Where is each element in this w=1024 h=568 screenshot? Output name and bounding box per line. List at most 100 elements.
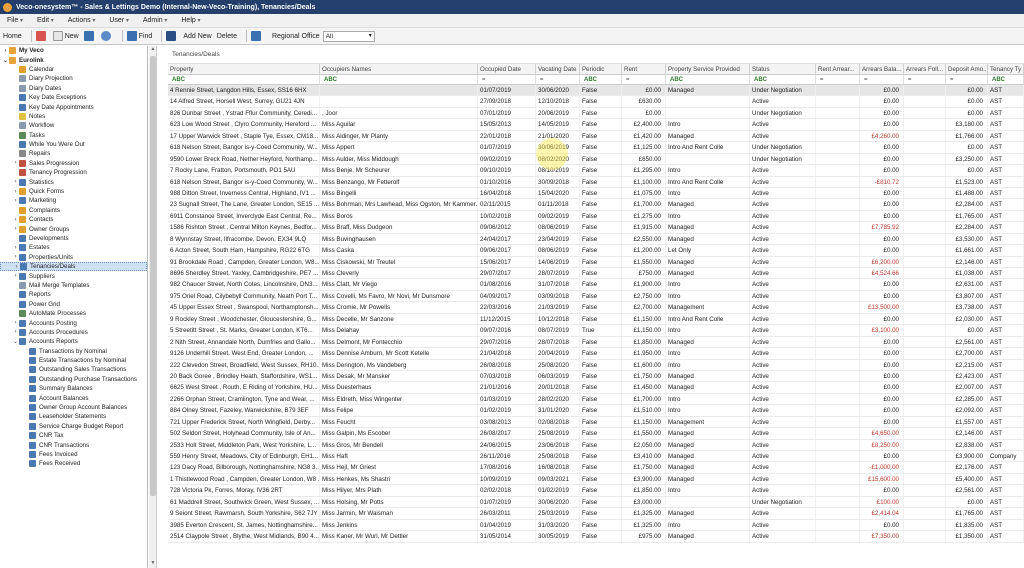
home-button[interactable]: Home [3,33,22,40]
table-row[interactable]: 2266 Orphan Street, Cramlington, Tyne an… [168,393,1024,406]
menu-file[interactable]: File [0,17,30,24]
table-row[interactable]: 20 Back Goree , Brindley Heath, Stafford… [168,370,1024,383]
filter-icon[interactable]: ABC [324,77,337,83]
save-button[interactable] [83,31,96,41]
table-row[interactable]: 7 Rocky Lane, Fratton, Portsmouth, PO1 5… [168,165,1024,177]
sidebar-item[interactable]: Power Grid [0,300,147,309]
sidebar-item[interactable]: Estate Transactions by Nominal [0,356,147,365]
add-new-button[interactable]: Add New [183,33,211,40]
equals-filter-icon[interactable]: = [864,77,868,83]
filter-icon[interactable]: ABC [992,77,1005,83]
sidebar-item[interactable]: Repairs [0,149,147,158]
column-header[interactable]: Periodic [580,64,622,74]
sidebar-item[interactable]: Summary Balances [0,384,147,393]
sidebar-item[interactable]: › Tenancies/Deals [0,261,147,272]
delete-button[interactable]: Delete [217,33,237,40]
filter-cell[interactable]: = [478,75,536,84]
binoculars-button[interactable] [166,31,178,41]
table-row[interactable]: 618 Nelson Street, Bangor is-y-Coed Comm… [168,176,1024,188]
table-row[interactable]: 2514 Claypole Street , Blythe, West Midl… [168,531,1024,543]
sidebar-item[interactable]: › Properties/Units [0,253,147,262]
sidebar-item[interactable]: Leaseholder Statements [0,412,147,421]
table-row[interactable]: 1586 Rishton Street , Central Milton Key… [168,222,1024,234]
sidebar-item[interactable]: Workflow [0,121,147,130]
sidebar-item[interactable]: Service Charge Budget Report [0,422,147,431]
sidebar-item[interactable]: Reports [0,290,147,299]
column-header[interactable]: Occupiers Names [320,64,478,74]
column-header[interactable]: Vacating Date [536,64,580,74]
column-header[interactable]: Arrears Bala... [860,64,904,74]
sidebar-item[interactable]: › My Veco [0,46,147,55]
table-row[interactable]: 1 Thistlewood Road , Campden, Greater Lo… [168,473,1024,486]
filter-cell[interactable]: ABC [988,75,1024,84]
table-row[interactable]: 8 Wynnstay Street, Ilfracombe, Devon, EX… [168,233,1024,246]
table-row[interactable]: 2533 Holt Street, Middleton Park, West Y… [168,439,1024,451]
filter-cell[interactable]: = [536,75,580,84]
sidebar-item[interactable]: Complaints [0,206,147,215]
sidebar-item[interactable]: › Sales Progression [0,159,147,168]
sidebar-item[interactable]: ⌄ Accounts Reports [0,337,147,346]
menu-admin[interactable]: Admin [136,17,175,24]
column-header[interactable]: Arrears Foll... [904,64,946,74]
tree-expander-icon[interactable]: › [12,179,19,185]
filter-icon[interactable]: ABC [754,77,767,83]
table-row[interactable]: 9 Seiont Street, Rawmarsh, South Yorkshi… [168,508,1024,520]
sidebar-item[interactable]: › Owner Groups [0,224,147,233]
sidebar-item[interactable]: › Accounts Procedures [0,328,147,337]
equals-filter-icon[interactable]: = [540,77,544,83]
equals-filter-icon[interactable]: = [950,77,954,83]
table-row[interactable]: 988 Ditton Street, Inverness Central, Hi… [168,187,1024,200]
sidebar-item[interactable]: › Quick Forms [0,187,147,196]
table-row[interactable]: 728 Victoria Pk, Forres, Moray, IV36 2RT… [168,485,1024,497]
sidebar-item[interactable]: ⌄ Eurolink [0,55,147,64]
menu-edit[interactable]: Edit [30,17,61,24]
sidebar-item[interactable]: Outstanding Purchase Transactions [0,375,147,384]
tree-expander-icon[interactable]: › [13,264,20,270]
sidebar-item[interactable]: Developments [0,234,147,243]
menu-user[interactable]: User [102,17,135,24]
tree-expander-icon[interactable]: › [12,320,19,326]
sidebar-item[interactable]: Tenancy Progression [0,168,147,177]
scroll-down-icon[interactable]: ▼ [149,560,157,568]
column-header[interactable]: Tenancy Ty [988,64,1024,74]
filter-cell[interactable]: ABC [750,75,816,84]
table-row[interactable]: 982 Chaucer Street, North Cotes, Lincoln… [168,279,1024,291]
menu-actions[interactable]: Actions [61,17,103,24]
table-row[interactable]: 623 Low Wood Street , Clyro Community, H… [168,119,1024,131]
column-header[interactable]: Property [168,64,320,74]
tree-expander-icon[interactable]: › [12,329,19,335]
tree-expander-icon[interactable]: › [12,245,19,251]
sidebar-item[interactable]: Transactions by Nominal [0,347,147,356]
table-row[interactable]: 8696 Sherdley Street, Yaxley, Cambridges… [168,268,1024,280]
sidebar-item[interactable]: › Marketing [0,196,147,205]
filter-icon[interactable]: ABC [172,77,185,83]
filter-cell[interactable]: ABC [666,75,750,84]
filter-cell[interactable]: = [816,75,860,84]
sidebar-item[interactable]: Diary Projection [0,74,147,83]
sidebar-item[interactable]: Fees Invoiced [0,450,147,459]
tree-expander-icon[interactable]: › [12,160,19,166]
equals-filter-icon[interactable]: = [482,77,486,83]
sidebar-item[interactable]: › Estates [0,243,147,252]
sidebar-item[interactable]: Account Balances [0,393,147,402]
sidebar-item[interactable]: Key Date Appointments [0,102,147,111]
filter-cell[interactable]: = [860,75,904,84]
menu-help[interactable]: Help [174,17,207,24]
tree-expander-icon[interactable]: ⌄ [12,338,19,345]
sidebar-item[interactable]: AutoMate Processes [0,309,147,318]
tree-expander-icon[interactable]: › [2,48,9,54]
sidebar-item[interactable]: › Contacts [0,215,147,224]
tree-expander-icon[interactable]: › [12,273,19,279]
table-row[interactable]: 884 Olney Street, Fazeley, Warwickshire,… [168,405,1024,417]
regional-office-select[interactable]: All [322,30,375,42]
equals-filter-icon[interactable]: = [820,77,824,83]
sidebar-item[interactable]: Notes [0,112,147,121]
table-row[interactable]: 9590 Lower Breck Road, Nether Heyford, N… [168,153,1024,166]
sidebar-scrollbar[interactable]: ▲ ▼ [149,46,157,568]
sidebar-item[interactable]: CNR Tax [0,431,147,440]
table-row[interactable]: 721 Upper Frederick Street, North Wingfi… [168,416,1024,429]
tree-expander-icon[interactable]: › [12,226,19,232]
tree-expander-icon[interactable]: › [12,217,19,223]
column-header[interactable]: Rent [622,64,666,74]
filter-cell[interactable]: = [946,75,988,84]
